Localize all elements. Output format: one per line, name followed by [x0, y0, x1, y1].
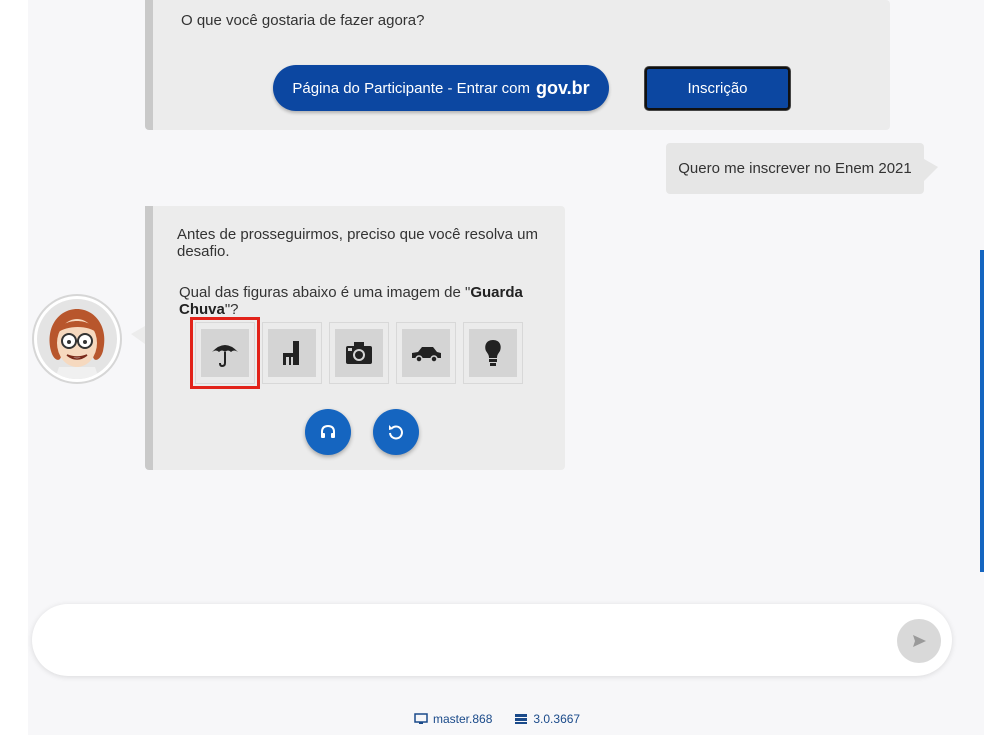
captcha-option-umbrella[interactable] [190, 317, 260, 389]
refresh-icon [389, 425, 403, 440]
footer-server-item: 3.0.3667 [514, 712, 580, 726]
participant-page-govbr-button[interactable]: Página do Participante - Entrar com gov.… [273, 65, 609, 111]
monitor-text: master.868 [433, 712, 493, 726]
captcha-option-car[interactable] [396, 322, 456, 384]
captcha-audio-button[interactable] [305, 409, 351, 455]
send-button[interactable] [897, 619, 941, 663]
user-message-text: Quero me inscrever no Enem 2021 [678, 160, 912, 177]
headphones-icon [321, 424, 335, 438]
chat-message-input[interactable] [60, 624, 880, 656]
challenge-intro-text: Antes de prosseguirmos, preciso que você… [177, 226, 539, 260]
assistant-face-icon [49, 309, 105, 379]
bot-message-text: O que você gostaria de fazer agora? [181, 12, 425, 29]
page-left-margin [0, 0, 28, 735]
inscricao-button[interactable]: Inscrição [645, 67, 790, 110]
bot-challenge-bubble: Antes de prosseguirmos, preciso que você… [131, 206, 565, 470]
server-text: 3.0.3667 [533, 712, 581, 726]
lightbulb-icon [485, 340, 501, 366]
send-icon [913, 635, 926, 647]
camera-icon [346, 342, 372, 364]
assistant-avatar [34, 296, 120, 382]
chat-input-bar [32, 604, 952, 676]
captcha-option-camera[interactable] [329, 322, 389, 384]
monitor-icon [414, 713, 428, 724]
question-prefix: Qual das figuras abaixo é uma imagem de … [179, 284, 471, 301]
participant-button-label: Página do Participante - Entrar com [292, 79, 530, 97]
footer-version-info: master.868 3.0.3667 [414, 712, 580, 726]
scroll-indicator[interactable] [980, 250, 984, 572]
captcha-option-chair[interactable] [262, 322, 322, 384]
chair-icon [283, 341, 299, 365]
umbrella-icon [212, 345, 238, 368]
bot-message-bubble: O que você gostaria de fazer agora? Pági… [145, 0, 890, 130]
captcha-refresh-button[interactable] [373, 409, 419, 455]
captcha-option-lightbulb[interactable] [463, 322, 523, 384]
captcha-options [190, 317, 523, 389]
govbr-logo-text: gov.br [535, 77, 590, 98]
footer-monitor-item: master.868 [414, 712, 492, 726]
car-icon [412, 347, 441, 363]
user-message-bubble: Quero me inscrever no Enem 2021 [666, 143, 938, 194]
challenge-question: Qual das figuras abaixo é uma imagem de … [179, 284, 565, 318]
server-icon [515, 714, 528, 724]
question-suffix: "? [224, 301, 239, 318]
